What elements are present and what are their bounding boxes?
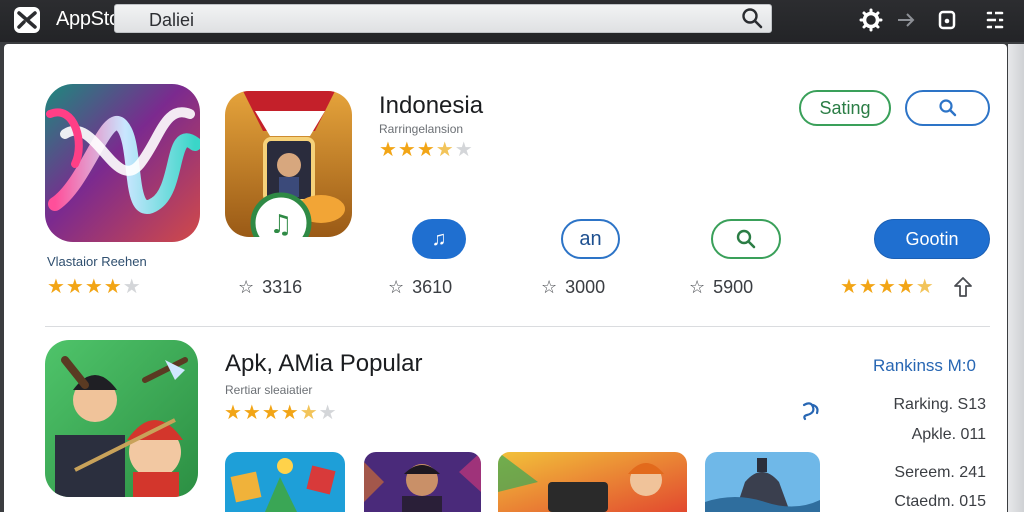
featured-app-caption: Vlastaior Reehen xyxy=(47,254,147,269)
top-bar: AppStoe Daliei xyxy=(0,0,1024,42)
ranking-line: Apkle. 011 xyxy=(911,426,986,443)
music-button[interactable]: ♫ xyxy=(412,219,466,259)
link-icon[interactable] xyxy=(801,401,821,421)
music-note-icon: ♫ xyxy=(431,227,447,250)
search-input-value[interactable]: Daliei xyxy=(149,10,194,31)
popular-app-icon[interactable] xyxy=(45,340,198,497)
count-item: ☆ 3610 xyxy=(388,277,452,298)
ranking-line: Ctaedm. 015 xyxy=(894,493,986,510)
count-value: 3316 xyxy=(262,277,303,297)
star-outline-icon: ☆ xyxy=(541,277,558,297)
featured-app-rating: ★★★★★ xyxy=(47,276,142,298)
an-button[interactable]: an xyxy=(561,219,620,259)
search-input[interactable]: Daliei xyxy=(114,4,772,33)
menu-icon[interactable] xyxy=(983,8,1007,32)
popular-app-thumbnail[interactable] xyxy=(498,452,687,512)
count-value: 3000 xyxy=(565,277,606,297)
count-item: ☆ 5900 xyxy=(689,277,753,298)
star-outline-icon: ☆ xyxy=(238,277,255,297)
popular-app-thumbnail[interactable] xyxy=(225,452,345,512)
count-value: 3610 xyxy=(412,277,453,297)
gear-icon[interactable] xyxy=(859,8,883,32)
popular-subtitle: Rertiar sleaiatier xyxy=(225,383,313,397)
zoom-button[interactable] xyxy=(711,219,781,259)
appstore-logo-icon[interactable] xyxy=(13,6,41,34)
search-button[interactable] xyxy=(905,90,990,126)
star-outline-icon: ☆ xyxy=(689,277,706,297)
count-item: ☆ 3316 xyxy=(238,277,302,298)
scrollbar-track[interactable] xyxy=(1008,44,1024,512)
count-item: ☆ 3000 xyxy=(541,277,605,298)
indonesia-app-icon[interactable]: ♫ xyxy=(225,91,352,237)
indonesia-rating: ★★★★★ xyxy=(379,139,474,161)
popular-app-thumbnail[interactable] xyxy=(705,452,820,512)
search-icon[interactable] xyxy=(741,7,763,29)
popular-app-thumbnail[interactable] xyxy=(364,452,481,512)
section-divider xyxy=(45,326,990,327)
lock-icon[interactable] xyxy=(935,8,959,32)
arrow-right-icon[interactable] xyxy=(894,8,918,32)
sating-button[interactable]: Sating xyxy=(799,90,891,126)
search-icon xyxy=(938,99,956,117)
popular-rating: ★★★★★★ xyxy=(224,402,338,424)
ranking-title[interactable]: Rankinss M:0 xyxy=(873,356,976,376)
gootin-button[interactable]: Gootin xyxy=(874,219,990,259)
an-button-label: an xyxy=(579,227,602,250)
count-value: 5900 xyxy=(713,277,754,297)
star-outline-icon: ☆ xyxy=(388,277,405,297)
app-title-indonesia[interactable]: Indonesia xyxy=(379,92,483,120)
app-subtitle: Rarringelansion xyxy=(379,122,464,136)
ranking-line: Sereem. 241 xyxy=(894,464,986,481)
ranking-line: Rarking. S13 xyxy=(893,396,987,413)
share-icon[interactable] xyxy=(952,276,974,298)
popular-section-title[interactable]: Apk, AMia Popular xyxy=(225,350,422,378)
zoom-icon xyxy=(736,229,756,249)
featured-app-icon[interactable] xyxy=(45,84,200,242)
gootin-rating: ★★★★★ xyxy=(840,276,935,298)
svg-text:♫: ♫ xyxy=(269,210,292,237)
